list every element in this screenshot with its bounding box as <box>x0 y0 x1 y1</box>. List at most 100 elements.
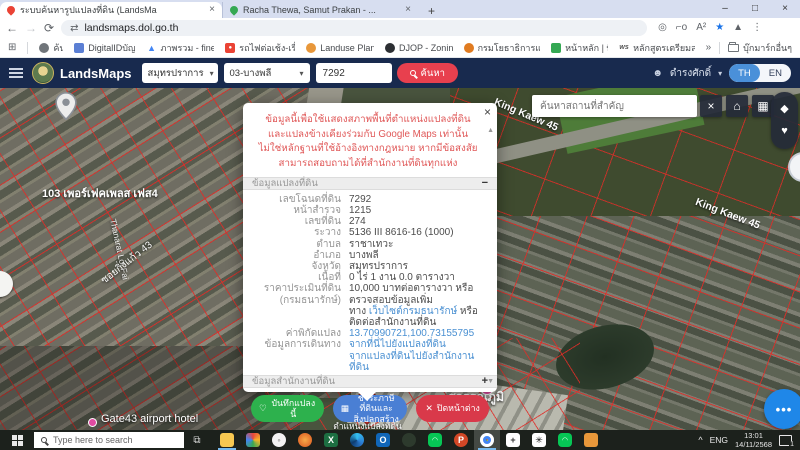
site-info-icon[interactable]: ⇄ <box>70 23 78 34</box>
bookmark-item[interactable]: หน้าหลัก | ที่ดินโพร <box>551 41 608 55</box>
chevron-more-icon[interactable]: » <box>706 42 712 53</box>
user-icon: ☻ <box>652 68 663 79</box>
hidden-icons-chevron[interactable]: ^ <box>698 435 702 445</box>
orange-app-icon[interactable] <box>578 430 604 450</box>
edge-icon[interactable] <box>344 430 370 450</box>
start-button[interactable] <box>0 435 34 446</box>
bookmark-item[interactable]: ●รถไฟต่อเช้ง-เรื่องราว-เ... <box>225 41 295 55</box>
chevron-down-icon[interactable]: ▾ <box>718 69 722 78</box>
photos-icon[interactable]: ◦ <box>266 430 292 450</box>
notification-center-icon[interactable]: 1 <box>779 435 792 446</box>
extension-icon[interactable]: ▲ <box>733 23 743 33</box>
bookmark-item[interactable]: DJOP - Zoning สถาน... <box>385 41 453 55</box>
province-select[interactable]: สมุทรปราการ▾ <box>142 63 218 83</box>
collapse-icon[interactable]: − <box>482 178 488 189</box>
outlook-icon[interactable]: O <box>370 430 396 450</box>
dark-app-icon[interactable] <box>396 430 422 450</box>
other-bookmarks[interactable]: บุ๊กมาร์กอื่นๆ <box>728 41 792 55</box>
plus-app-icon[interactable]: + <box>500 430 526 450</box>
pay-tax-button[interactable]: ▦ ชำระภาษีที่ดินและสิ่งปลูกสร้าง <box>333 395 408 422</box>
scroll-down-icon[interactable]: ▼ <box>487 378 494 385</box>
treasury-website-link[interactable]: เว็บไซต์กรมธนารักษ์ <box>369 306 457 317</box>
map-home-button[interactable]: ⌂ <box>726 95 748 117</box>
input-language[interactable]: ENG <box>710 435 728 445</box>
tab-close-icon[interactable]: × <box>405 5 411 15</box>
password-key-icon[interactable]: ⌐o <box>676 23 687 33</box>
parcel-number-input[interactable] <box>316 63 392 83</box>
task-view-icon[interactable]: ⧉ <box>184 435 210 446</box>
search-button[interactable]: ค้นหา <box>397 63 458 83</box>
close-button[interactable]: × <box>770 0 800 18</box>
district-select[interactable]: 03-บางพลี▾ <box>224 63 310 83</box>
minimize-button[interactable]: – <box>710 0 740 18</box>
field-parcel-number: เลขที่ดิน274 <box>249 216 485 227</box>
address-bar[interactable]: ⇄ landsmaps.dol.go.th <box>61 20 647 36</box>
menu-dots-icon[interactable]: ⋮ <box>752 23 762 33</box>
screen: ระบบค้นหารูปแปลงที่ดิน (LandsMa × Racha … <box>0 0 800 450</box>
popup-close-icon[interactable]: × <box>484 104 491 121</box>
coordinates-link[interactable]: 13.70990721,100.73155795 <box>349 328 474 339</box>
line2-icon[interactable]: ◠ <box>552 430 578 450</box>
powerpoint-icon[interactable]: P <box>448 430 474 450</box>
map-pin-favicon <box>5 4 16 15</box>
maximize-button[interactable]: □ <box>740 0 770 18</box>
scroll-up-icon[interactable]: ▲ <box>487 127 494 134</box>
clock[interactable]: 13:01 14/11/2568 <box>735 431 772 450</box>
chevron-down-icon: ▾ <box>210 69 214 78</box>
parcel-info-popup: × ▲ ▼ ข้อมูลนี้เพื่อใช้แสดงสภาพพื้นที่ตำ… <box>243 103 497 392</box>
directions-to-parcel-link[interactable]: จากที่นี่ไปยังแปลงที่ดิน <box>349 339 446 350</box>
bookmark-star-icon[interactable]: ★ <box>715 23 724 33</box>
excel-icon[interactable]: X <box>318 430 344 450</box>
office-icon[interactable] <box>240 430 266 450</box>
bookmarks-overflow: » บุ๊กมาร์กอื่นๆ <box>706 41 792 55</box>
bookmark-item[interactable]: DigitalIDบัญชีของฉัน <box>74 41 135 55</box>
browser-tab-inactive[interactable]: Racha Thewa, Samut Prakan - ... × <box>222 2 418 18</box>
file-explorer-icon[interactable] <box>214 430 240 450</box>
hotel-poi-dot[interactable] <box>88 418 97 427</box>
browser-toolbar: ← → ⟳ ⇄ landsmaps.dol.go.th ◎ ⌐o A² ★ ▲ … <box>0 18 800 38</box>
reload-icon[interactable]: ⟳ <box>44 22 54 34</box>
section-land-office-info[interactable]: ข้อมูลสำนักงานที่ดิน + <box>243 375 497 388</box>
toolbar-actions: ◎ ⌐o A² ★ ▲ ⋮ <box>658 23 762 33</box>
new-tab-button[interactable]: + <box>428 4 435 18</box>
bookmark-item[interactable]: Landuse Plan - ระบบ... <box>306 41 374 55</box>
apps-grid-icon[interactable]: ⊞ <box>8 42 16 53</box>
browser-tab-active[interactable]: ระบบค้นหารูปแปลงที่ดิน (LandsMa × <box>0 2 222 18</box>
bookmark-item[interactable]: กรมโยธาธิการและผังเมือ... <box>464 41 541 55</box>
chat-button[interactable]: ••• <box>764 389 800 429</box>
directions-to-office-link[interactable]: จากแปลงที่ดินไปยังสำนักงานที่ดิน <box>349 351 474 373</box>
firefox-icon[interactable] <box>292 430 318 450</box>
translate-icon[interactable]: A² <box>696 23 706 33</box>
chatgpt-icon[interactable]: ✳ <box>526 430 552 450</box>
layers-icon[interactable]: ◆ <box>780 104 788 115</box>
save-parcel-button[interactable]: ♡ บันทึกแปลงนี้ <box>251 395 324 422</box>
divider <box>27 42 28 54</box>
ws-icon: ws <box>619 43 629 53</box>
map-pin-favicon <box>228 4 239 15</box>
hamburger-menu-icon[interactable] <box>9 68 23 78</box>
satellite-map[interactable]: 103 เพอร์เฟคเพลส เฟส4 Thanarat Loi Fai ซ… <box>0 88 800 430</box>
location-icon[interactable]: ◎ <box>658 23 667 33</box>
taskbar-search[interactable]: Type here to search <box>34 432 184 448</box>
map-search-input[interactable] <box>532 95 697 117</box>
bookmark-item[interactable]: wsหลักสูตรเตรียมสถาปนิกฯ... <box>619 41 695 55</box>
lang-en-button[interactable]: EN <box>760 64 791 82</box>
taskbar-apps: ◦ X O ◠ P + ✳ ◠ <box>214 430 604 450</box>
line-icon[interactable]: ◠ <box>422 430 448 450</box>
section-parcel-info[interactable]: ข้อมูลแปลงที่ดิน − <box>243 177 497 190</box>
user-menu[interactable]: ดำรงศักดิ์ <box>670 66 711 81</box>
lang-th-button[interactable]: TH <box>729 64 760 82</box>
bookmark-item[interactable]: ค้นหา <box>39 41 63 55</box>
close-window-button[interactable]: ✕ ปิดหน้าต่าง <box>416 395 489 422</box>
favorites-heart-icon[interactable]: ♥ <box>781 126 788 137</box>
red-pin-icon: ● <box>225 43 235 53</box>
bookmark-item[interactable]: ▲ภาพรวม - fineseat co... <box>147 41 215 55</box>
chrome-icon[interactable] <box>474 430 500 450</box>
back-icon[interactable]: ← <box>6 22 18 34</box>
digital-id-icon <box>74 43 84 53</box>
map-search-clear-button[interactable]: × <box>700 95 722 117</box>
forward-icon[interactable]: → <box>25 22 37 34</box>
tab-close-icon[interactable]: × <box>209 5 215 15</box>
url-text: landsmaps.dol.go.th <box>84 22 178 34</box>
browser-tabstrip: ระบบค้นหารูปแปลงที่ดิน (LandsMa × Racha … <box>0 0 800 18</box>
